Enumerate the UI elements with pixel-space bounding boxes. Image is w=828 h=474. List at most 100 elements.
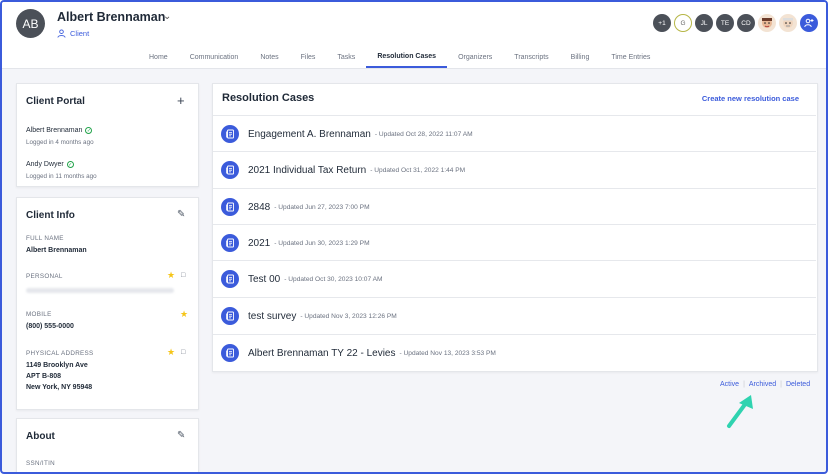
star-icon[interactable]: ★: [167, 347, 175, 358]
star-icon[interactable]: ★: [167, 270, 175, 281]
member-avatar-jl[interactable]: JL: [695, 14, 713, 32]
client-portal-card: Client Portal + Albert Brennaman ✓ Logged…: [16, 83, 199, 187]
address-label: PHYSICAL ADDRESS: [26, 350, 94, 357]
chevron-down-icon[interactable]: ⌄: [163, 11, 171, 22]
member-avatar-g[interactable]: G: [674, 14, 692, 32]
portal-user-name: Andy Dwyer ✓: [26, 161, 74, 168]
filter-separator: |: [780, 381, 782, 388]
portal-user-login: Logged in 11 months ago: [26, 173, 97, 180]
case-name[interactable]: 2021: [248, 238, 270, 249]
tab-tasks[interactable]: Tasks: [326, 47, 366, 68]
case-document-icon: [221, 198, 239, 216]
filter-archived-link[interactable]: Archived: [749, 381, 776, 388]
case-name[interactable]: Test 00: [248, 274, 280, 285]
case-updated: - Updated Jun 30, 2023 1:29 PM: [274, 239, 370, 247]
check-circle-icon: ✓: [85, 127, 93, 134]
resolution-cases-card: Resolution Cases Create new resolution c…: [212, 83, 818, 372]
client-info-title: Client Info: [26, 210, 75, 221]
member-avatar-photo[interactable]: [779, 14, 797, 32]
member-avatar-photo[interactable]: [758, 14, 776, 32]
tab-transcripts[interactable]: Transcripts: [503, 47, 559, 68]
filter-separator: |: [743, 381, 745, 388]
client-type-label: Client: [70, 29, 90, 38]
resolution-cases-title: Resolution Cases: [222, 92, 315, 104]
address-line3: New York, NY 95948: [26, 384, 93, 391]
case-updated: - Updated Oct 28, 2022 11:07 AM: [374, 130, 473, 138]
tab-bar: Home Communication Notes Files Tasks Res…: [138, 47, 661, 68]
team-avatars: +1 G JL TE CD: [653, 14, 818, 32]
case-name[interactable]: 2848: [248, 202, 270, 213]
edit-pencil-icon[interactable]: ✎: [177, 209, 185, 220]
case-row[interactable]: Test 00 - Updated Oct 30, 2023 10:07 AM: [213, 260, 816, 297]
case-row[interactable]: Engagement A. Brennaman - Updated Oct 28…: [213, 115, 816, 152]
case-document-icon: [221, 161, 239, 179]
tab-billing[interactable]: Billing: [560, 47, 601, 68]
tab-files[interactable]: Files: [290, 47, 327, 68]
tab-notes[interactable]: Notes: [249, 47, 289, 68]
more-members-badge[interactable]: +1: [653, 14, 671, 32]
personal-label: PERSONAL: [26, 273, 63, 280]
add-member-button[interactable]: [800, 14, 818, 32]
case-document-icon: [221, 125, 239, 143]
tab-resolution-cases[interactable]: Resolution Cases: [366, 47, 448, 68]
case-updated: - Updated Nov 13, 2023 3:53 PM: [399, 349, 496, 357]
address-line2: APT B-808: [26, 373, 62, 380]
tab-time-entries[interactable]: Time Entries: [600, 47, 661, 68]
case-updated: - Updated Jun 27, 2023 7:00 PM: [274, 203, 370, 211]
case-name[interactable]: test survey: [248, 311, 296, 322]
copy-icon[interactable]: □: [181, 272, 185, 279]
case-updated: - Updated Oct 30, 2023 10:07 AM: [284, 275, 383, 283]
case-name[interactable]: Engagement A. Brennaman: [248, 129, 371, 140]
full-name-label: FULL NAME: [26, 235, 64, 242]
case-updated: - Updated Nov 3, 2023 12:26 PM: [300, 312, 397, 320]
case-document-icon: [221, 234, 239, 252]
member-avatar-cd[interactable]: CD: [737, 14, 755, 32]
portal-user-login: Logged in 4 months ago: [26, 139, 94, 146]
tab-communication[interactable]: Communication: [179, 47, 250, 68]
tab-home[interactable]: Home: [138, 47, 179, 68]
client-name[interactable]: Albert Brennaman: [57, 10, 165, 24]
portal-user-name: Albert Brennaman ✓: [26, 127, 93, 134]
annotation-arrow-icon: [727, 395, 753, 428]
edit-pencil-icon[interactable]: ✎: [177, 430, 185, 441]
create-resolution-case-link[interactable]: Create new resolution case: [702, 94, 799, 103]
case-row[interactable]: 2848 - Updated Jun 27, 2023 7:00 PM: [213, 188, 816, 225]
app-window: AB Albert Brennaman ⌄ Client +1 G JL TE …: [0, 0, 828, 474]
client-avatar: AB: [16, 9, 45, 38]
case-document-icon: [221, 307, 239, 325]
star-icon[interactable]: ★: [180, 309, 188, 320]
client-portal-title: Client Portal: [26, 96, 85, 107]
add-portal-user-button[interactable]: +: [177, 94, 185, 107]
tab-organizers[interactable]: Organizers: [447, 47, 503, 68]
case-row[interactable]: Albert Brennaman TY 22 - Levies - Update…: [213, 334, 816, 371]
mobile-value: (800) 555-0000: [26, 323, 74, 330]
case-row[interactable]: 2021 - Updated Jun 30, 2023 1:29 PM: [213, 224, 816, 261]
face-icon: [762, 18, 772, 28]
face-icon: [783, 18, 793, 28]
full-name-value: Albert Brennaman: [26, 247, 87, 254]
case-status-filters: Active | Archived | Deleted: [720, 381, 810, 388]
case-row[interactable]: 2021 Individual Tax Return - Updated Oct…: [213, 151, 816, 188]
copy-icon[interactable]: □: [181, 349, 185, 356]
check-circle-icon: ✓: [66, 161, 74, 168]
member-avatar-te[interactable]: TE: [716, 14, 734, 32]
case-name[interactable]: 2021 Individual Tax Return: [248, 165, 366, 176]
filter-active-link[interactable]: Active: [720, 381, 739, 388]
case-name[interactable]: Albert Brennaman TY 22 - Levies: [248, 348, 396, 359]
mobile-label: MOBILE: [26, 311, 52, 318]
case-row[interactable]: test survey - Updated Nov 3, 2023 12:26 …: [213, 297, 816, 334]
client-header: AB Albert Brennaman ⌄ Client +1 G JL TE …: [2, 2, 826, 69]
case-document-icon: [221, 344, 239, 362]
about-title: About: [26, 431, 55, 442]
add-user-icon: [804, 18, 814, 28]
case-updated: - Updated Oct 31, 2022 1:44 PM: [370, 166, 466, 174]
case-document-icon: [221, 270, 239, 288]
redacted-email: [26, 288, 174, 293]
address-line1: 1149 Brooklyn Ave: [26, 362, 88, 369]
client-info-card: Client Info ✎ FULL NAME Albert Brennaman…: [16, 197, 199, 410]
ssn-label: SSN/ITIN: [26, 460, 55, 467]
about-card: About ✎ SSN/ITIN: [16, 418, 199, 472]
filter-deleted-link[interactable]: Deleted: [786, 381, 810, 388]
client-type: Client: [57, 29, 89, 38]
user-icon: [57, 29, 66, 38]
